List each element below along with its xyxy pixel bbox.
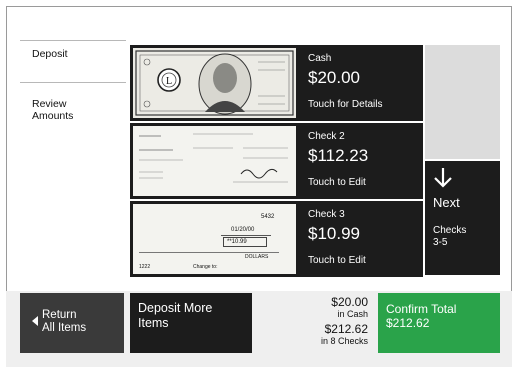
check-3-info: Check 3 $10.99 [308,209,360,244]
check-3-amount: $10.99 [308,224,360,243]
nav-item-review-amounts[interactable]: Review Amounts [32,98,73,122]
svg-text:L: L [166,76,172,87]
check-2-tile[interactable]: Check 2 $112.23 Touch to Edit [130,123,423,199]
confirm-total-button[interactable]: Confirm Total $212.62 [378,293,500,353]
cash-total: $20.00 [331,295,368,309]
check-3-date-line [221,235,271,236]
check-3-tile[interactable]: 5432 01/20/00 **10.99 DOLLARS 1222 Chang… [130,201,423,277]
check-3-amount-box: **10.99 [223,237,267,247]
check-3-action: Touch to Edit [308,255,366,266]
cash-tile[interactable]: L Cash $20.00 Touch for Details [130,45,423,121]
check-3-memo: Change to: [193,264,218,270]
check-3-written-line [139,252,279,253]
nav-item-deposit[interactable]: Deposit [32,48,68,60]
next-label: Next [433,195,460,210]
deposit-more-items-button[interactable]: Deposit More Items [130,293,252,353]
check-2-image [133,126,296,196]
check-2-amount: $112.23 [308,146,369,165]
checks-total: $212.62 [324,322,368,336]
cash-total-sub: in Cash [337,309,368,319]
dollar-bill-image: L [133,48,296,118]
nav-divider [20,40,126,41]
arrow-down-icon [434,168,452,188]
check-3-date: 01/20/00 [231,227,255,233]
check-3-number: 5432 [261,214,275,220]
check-3-routing: 1222 [139,264,151,270]
cash-image: L [133,48,296,118]
check-2-action: Touch to Edit [308,177,366,188]
check-3-written: DOLLARS [245,254,269,260]
totals-summary: $20.00 in Cash $212.62 in 8 Checks [290,296,368,350]
check-2-label: Check 2 [308,131,345,142]
check-2-info: Check 2 $112.23 [308,131,368,166]
check-3-image: 5432 01/20/00 **10.99 DOLLARS 1222 Chang… [133,204,296,274]
deposit-more-label: Deposit More Items [138,301,213,330]
empty-slot [425,45,500,159]
next-sub: Checks 3-5 [433,225,467,248]
return-label: Return All Items [42,309,87,334]
next-button[interactable]: Next Checks 3-5 [425,161,500,275]
check-3-label: Check 3 [308,209,345,220]
checks-total-sub: in 8 Checks [320,336,368,346]
nav-divider [20,82,126,83]
cash-amount: $20.00 [308,68,360,87]
confirm-label: Confirm Total $212.62 [386,302,457,330]
cash-label: Cash [308,53,332,64]
cash-action: Touch for Details [308,99,383,110]
return-all-items-button[interactable]: Return All Items [20,293,124,353]
triangle-left-icon [32,316,38,326]
check-image [133,126,296,196]
cash-info: Cash $20.00 [308,53,360,88]
